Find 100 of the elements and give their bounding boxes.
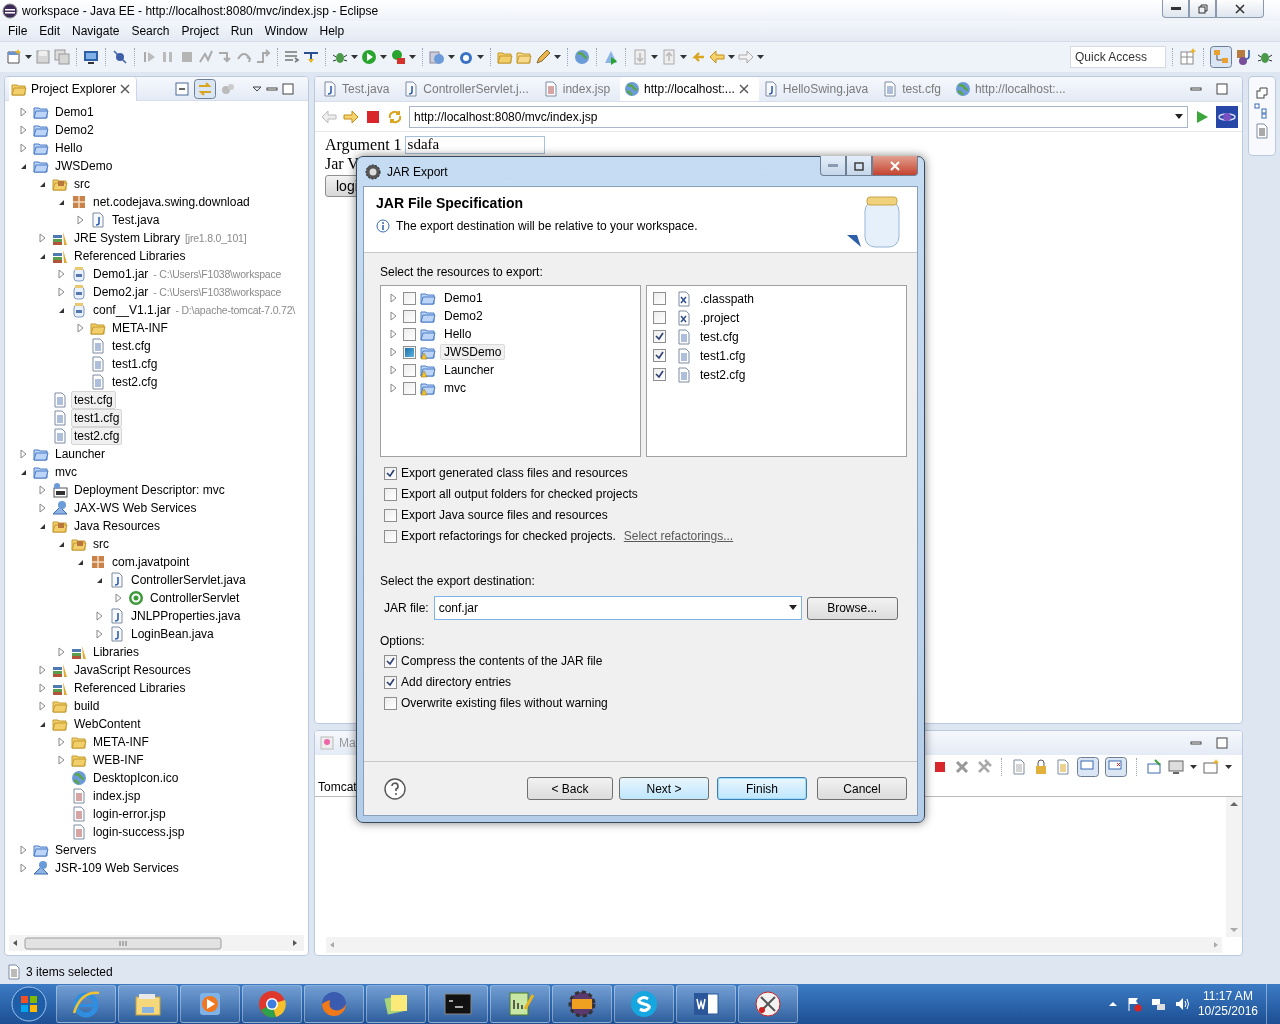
tree-item[interactable]: JWSDemo xyxy=(52,157,116,175)
quick-access-field[interactable]: Quick Access xyxy=(1070,46,1166,68)
editor-tab[interactable]: Test.java xyxy=(318,77,400,101)
checkbox-label[interactable]: Compress the contents of the JAR file xyxy=(401,654,603,668)
menu-item[interactable]: Help xyxy=(313,24,351,38)
close-icon[interactable] xyxy=(120,83,131,94)
list-item[interactable]: test.cfg xyxy=(696,328,743,345)
maximize-icon[interactable] xyxy=(1216,83,1228,95)
tree-item[interactable]: net.codejava.swing.download xyxy=(90,193,253,211)
taskbar-button[interactable] xyxy=(428,985,488,1023)
open-perspective-icon[interactable] xyxy=(1179,48,1197,66)
resume-icon[interactable] xyxy=(141,49,157,65)
dropdown-caret-icon[interactable] xyxy=(1225,765,1232,770)
help-icon[interactable] xyxy=(384,777,406,800)
tree-item[interactable]: Launcher xyxy=(440,362,499,378)
restore-icon[interactable] xyxy=(1256,87,1268,99)
editor-tab[interactable]: http://localhost:... xyxy=(620,77,759,101)
tree-item[interactable]: JNLPProperties.java xyxy=(128,607,244,625)
tree-item[interactable]: JavaScript Resources xyxy=(71,661,194,679)
checkbox[interactable] xyxy=(403,363,416,377)
expand-arrow-icon[interactable] xyxy=(55,736,67,748)
menu-item[interactable]: Edit xyxy=(33,24,67,38)
refresh-icon[interactable] xyxy=(387,108,403,125)
checkbox[interactable] xyxy=(653,349,666,362)
taskbar-button[interactable] xyxy=(366,985,426,1023)
tree-item[interactable]: Demo2 xyxy=(440,308,487,324)
expand-arrow-icon[interactable] xyxy=(55,646,67,658)
expand-arrow-icon[interactable] xyxy=(55,286,67,298)
close-button[interactable] xyxy=(872,156,918,176)
lock-icon[interactable] xyxy=(1033,759,1049,776)
document-icon[interactable] xyxy=(1011,759,1027,776)
tree-item[interactable]: Referenced Libraries xyxy=(71,247,189,265)
tree-item[interactable]: Demo1.jar xyxy=(90,265,152,283)
restore-button[interactable] xyxy=(1189,0,1216,18)
checkbox[interactable] xyxy=(403,381,416,395)
checkbox[interactable] xyxy=(403,327,416,341)
checkbox[interactable] xyxy=(384,675,397,689)
save-all-icon[interactable] xyxy=(54,49,70,65)
taskbar-button[interactable] xyxy=(676,985,736,1023)
skip-breakpoints-icon[interactable] xyxy=(112,49,128,65)
view-menu-caret-icon[interactable] xyxy=(252,83,262,94)
checkbox-label[interactable]: Export all output folders for checked projects xyxy=(401,487,638,501)
expand-arrow-icon[interactable] xyxy=(389,364,399,376)
list-item[interactable]: .project xyxy=(696,309,744,326)
expand-arrow-icon[interactable] xyxy=(389,310,399,322)
tree-item[interactable]: JWSDemo xyxy=(440,344,506,360)
expand-arrow-icon[interactable] xyxy=(74,214,86,226)
taskbar-button[interactable] xyxy=(56,985,116,1023)
editor-tab[interactable]: index.jsp xyxy=(538,77,621,101)
globe-icon[interactable] xyxy=(574,49,590,65)
drop-to-frame-icon[interactable] xyxy=(303,49,319,65)
close-button[interactable] xyxy=(1216,0,1264,18)
expand-arrow-icon[interactable] xyxy=(93,628,105,640)
dropdown-caret-icon[interactable] xyxy=(25,55,32,59)
view-tab[interactable]: Project Explorer xyxy=(9,77,138,101)
remove-icon[interactable] xyxy=(954,759,970,776)
horizontal-scrollbar[interactable] xyxy=(9,935,304,951)
checkbox-label[interactable]: Overwrite existing files without warning xyxy=(401,696,608,710)
expand-arrow-icon[interactable] xyxy=(74,322,86,334)
step-into-icon[interactable] xyxy=(217,49,233,65)
vertical-scrollbar[interactable] xyxy=(1226,797,1242,938)
list-item[interactable]: .classpath xyxy=(696,290,759,307)
tree-item[interactable]: test1.cfg xyxy=(109,355,161,373)
tree-item[interactable]: Launcher xyxy=(52,445,109,463)
expand-arrow-icon[interactable] xyxy=(17,106,29,118)
wizard-button[interactable]: Finish xyxy=(717,777,807,800)
dropdown-caret-icon[interactable] xyxy=(380,55,387,59)
pencil-icon[interactable] xyxy=(535,49,551,65)
tree-item[interactable]: com.javatpoint xyxy=(109,553,193,571)
speaker-icon[interactable] xyxy=(1173,996,1190,1012)
checkbox[interactable] xyxy=(653,368,666,381)
monitor-icon[interactable] xyxy=(83,49,99,65)
minimize-button[interactable] xyxy=(1162,0,1189,18)
tree-item[interactable]: mvc xyxy=(52,463,80,481)
menu-item[interactable]: Run xyxy=(224,24,259,38)
checkbox[interactable] xyxy=(384,529,397,543)
tree-item[interactable]: META-INF xyxy=(90,733,152,751)
console-toggle-icon[interactable] xyxy=(1077,757,1099,778)
tree-item[interactable]: Demo2 xyxy=(52,121,97,139)
checkbox[interactable] xyxy=(384,508,397,522)
expand-arrow-icon[interactable] xyxy=(36,484,48,496)
wizard-button[interactable]: < Back xyxy=(527,777,613,800)
checkbox[interactable] xyxy=(653,292,666,305)
checkbox[interactable] xyxy=(403,309,416,323)
expand-arrow-icon[interactable] xyxy=(389,292,399,304)
jar-file-combo[interactable]: conf.jar xyxy=(433,596,802,620)
go-icon[interactable] xyxy=(1194,108,1210,125)
expand-arrow-icon[interactable] xyxy=(389,346,399,358)
back-arrow-icon[interactable] xyxy=(321,108,337,125)
link-with-editor-icon[interactable] xyxy=(194,78,216,99)
tree-item[interactable]: Demo1 xyxy=(440,290,487,306)
tree-item[interactable]: Test.java xyxy=(109,211,163,229)
show-hidden-icons-icon[interactable] xyxy=(1107,999,1118,1009)
tree-item[interactable]: src xyxy=(90,535,112,553)
document-icon[interactable] xyxy=(1055,759,1071,776)
tree-item[interactable]: LoginBean.java xyxy=(128,625,217,643)
select-refactorings-link[interactable]: Select refactorings... xyxy=(623,529,734,543)
close-tab-icon[interactable] xyxy=(738,84,749,94)
console-toggle-icon[interactable] xyxy=(1105,757,1127,778)
tree-item[interactable]: WebContent xyxy=(71,715,144,733)
